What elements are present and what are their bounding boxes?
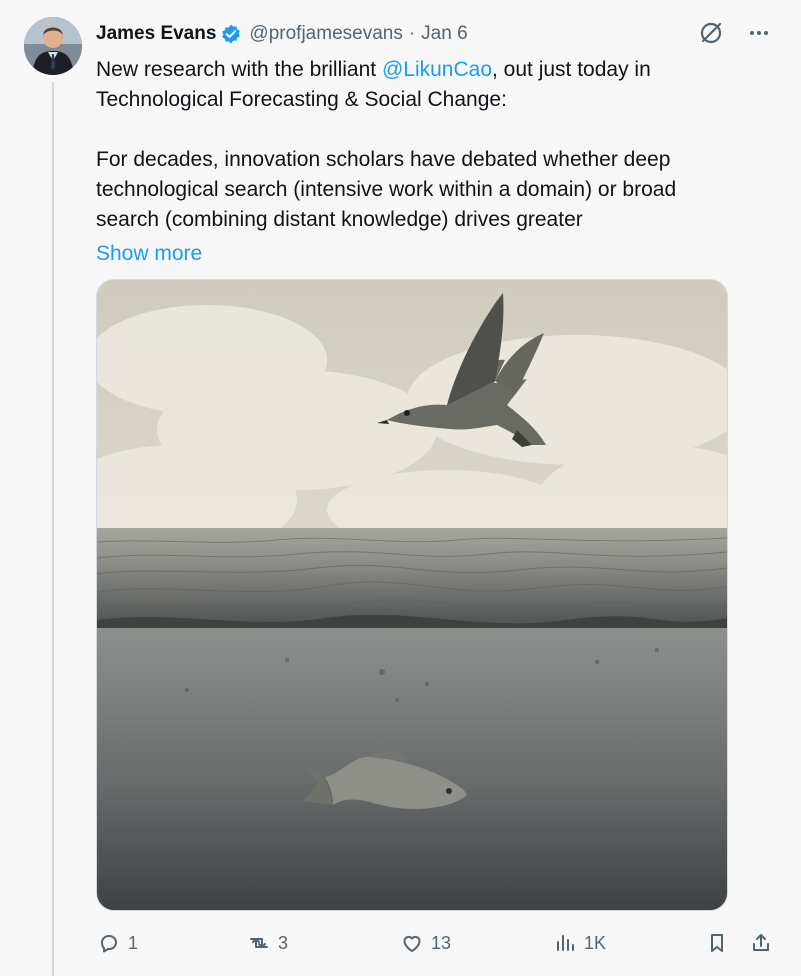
- header-separator: ·: [408, 23, 416, 44]
- tweet-text-part-2: , out just today in Technological Foreca…: [96, 58, 677, 231]
- tweet-image[interactable]: [96, 279, 728, 911]
- reply-count: 1: [128, 932, 139, 953]
- grok-icon[interactable]: [696, 18, 726, 48]
- repost-icon: [246, 930, 272, 956]
- repost-count: 3: [278, 932, 289, 953]
- bookmark-icon: [704, 930, 730, 956]
- verified-badge-icon: [220, 23, 242, 45]
- reply-button[interactable]: 1: [96, 930, 138, 956]
- author-name[interactable]: James Evans: [96, 23, 216, 45]
- views-button[interactable]: 1K: [552, 930, 606, 956]
- tweet-text-part-1: New research with the brilliant: [96, 58, 382, 81]
- tweet-actions: 1 3 13 1K: [96, 926, 786, 960]
- show-more-link[interactable]: Show more: [96, 239, 202, 269]
- bookmark-button[interactable]: [704, 930, 736, 956]
- tweet-content: James Evans @profjamesevans · Jan 6 New …: [96, 16, 786, 269]
- tweet-date[interactable]: Jan 6: [421, 23, 467, 45]
- tweet-header: James Evans @profjamesevans · Jan 6: [96, 16, 786, 52]
- header-actions: [696, 18, 774, 48]
- view-count: 1K: [584, 932, 607, 953]
- repost-button[interactable]: 3: [246, 930, 288, 956]
- mention-link[interactable]: @LikunCao: [382, 58, 492, 81]
- tweet-text: New research with the brilliant @LikunCa…: [96, 55, 786, 235]
- share-icon: [748, 930, 774, 956]
- views-icon: [552, 930, 578, 956]
- author-avatar[interactable]: [24, 17, 82, 75]
- like-icon: [399, 930, 425, 956]
- like-count: 13: [431, 932, 452, 953]
- thread-line: [52, 82, 54, 976]
- share-button[interactable]: [748, 930, 780, 956]
- tweet[interactable]: James Evans @profjamesevans · Jan 6 New …: [0, 0, 801, 976]
- like-button[interactable]: 13: [399, 930, 451, 956]
- more-icon[interactable]: [744, 18, 774, 48]
- reply-icon: [96, 930, 122, 956]
- author-handle[interactable]: @profjamesevans: [249, 23, 402, 45]
